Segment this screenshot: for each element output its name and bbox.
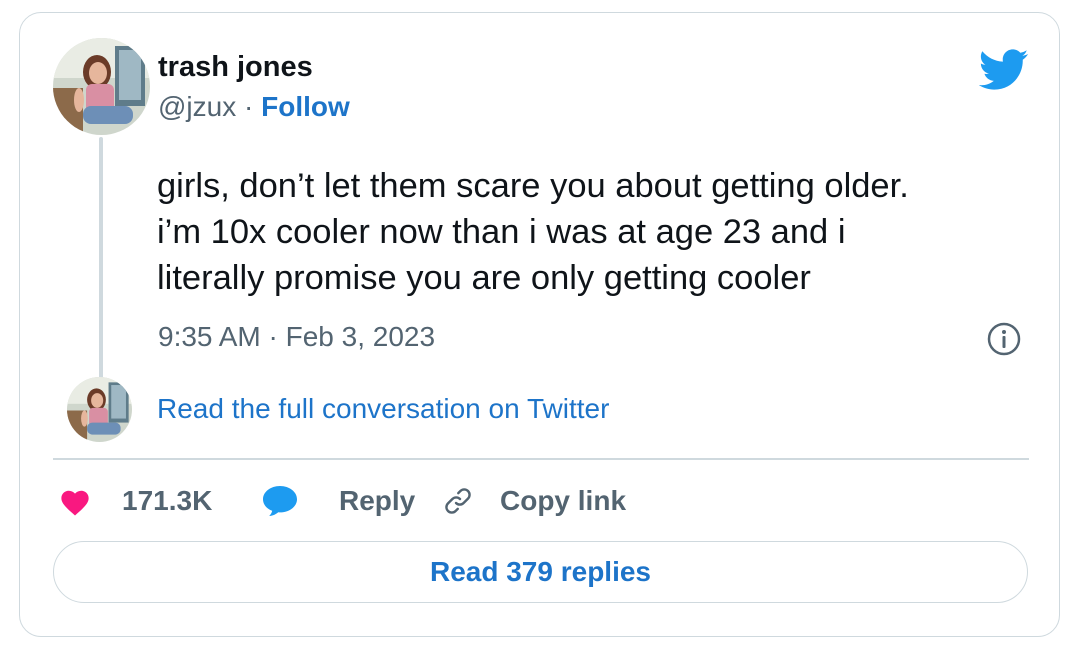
tweet-timestamp[interactable]: 9:35 AM · Feb 3, 2023 — [158, 321, 435, 353]
tweet-embed-card: trash jones @jzux · Follow girls, don’t … — [19, 12, 1060, 637]
action-bar: 171.3K Reply Copy link — [53, 481, 753, 521]
tweet-text-line: literally promise you are only getting c… — [157, 259, 811, 297]
author-avatar[interactable] — [53, 38, 150, 135]
reply-label: Reply — [339, 485, 416, 516]
tweet-text-line: i’m 10x cooler now than i was at age 23 … — [157, 213, 846, 251]
reply-button[interactable]: Reply — [261, 481, 415, 521]
copy-link-label: Copy link — [500, 485, 627, 516]
read-full-conversation-link[interactable]: Read the full conversation on Twitter — [157, 393, 609, 425]
like-count: 171.3K — [122, 485, 213, 516]
author-handle-row: @jzux · Follow — [158, 91, 350, 123]
speech-bubble-icon — [261, 484, 299, 518]
like-button[interactable]: 171.3K — [58, 481, 212, 521]
divider — [53, 458, 1029, 460]
heart-icon — [58, 486, 92, 516]
copy-link-button[interactable]: Copy link — [442, 481, 626, 521]
author-avatar-small[interactable] — [67, 377, 132, 442]
read-replies-button[interactable]: Read 379 replies — [53, 541, 1028, 603]
author-display-name[interactable]: trash jones — [158, 51, 313, 84]
tweet-text: girls, don’t let them scare you about ge… — [157, 163, 1047, 301]
author-handle[interactable]: @jzux — [158, 91, 236, 122]
handle-separator: · — [244, 91, 254, 122]
follow-button[interactable]: Follow — [261, 91, 350, 122]
tweet-text-line: girls, don’t let them scare you about ge… — [157, 167, 909, 205]
info-icon[interactable] — [986, 321, 1022, 357]
link-icon — [442, 485, 474, 517]
thread-connector-line — [99, 137, 103, 383]
twitter-bird-icon[interactable] — [978, 49, 1029, 91]
